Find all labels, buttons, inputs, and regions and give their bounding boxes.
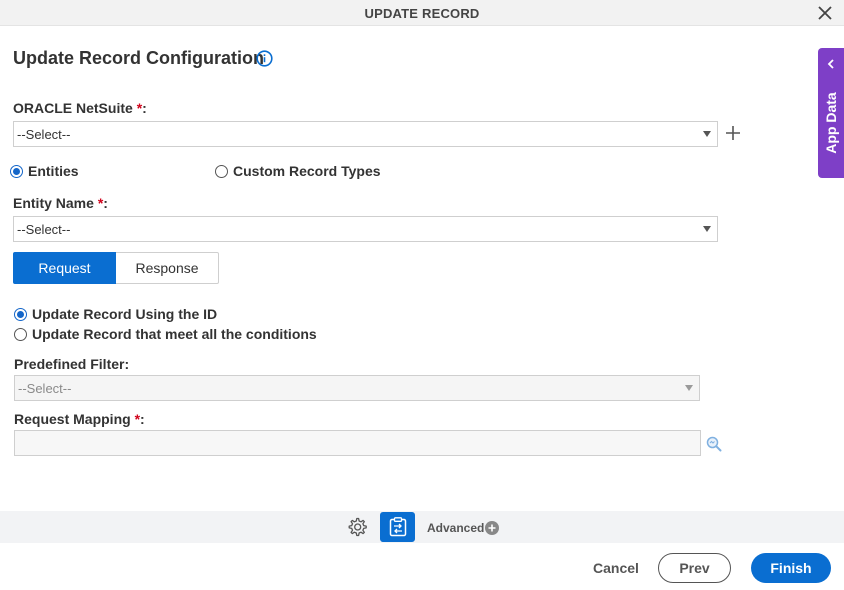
- predefined-filter-label: Predefined Filter:: [14, 356, 130, 372]
- close-icon[interactable]: [816, 4, 834, 22]
- request-mapping-input[interactable]: [14, 430, 701, 456]
- title-bar: UPDATE RECORD: [0, 0, 844, 26]
- predefined-filter-select-value: --Select--: [18, 381, 72, 396]
- page-title: Update Record Configuration: [13, 48, 264, 68]
- data-mapping-button[interactable]: [380, 512, 415, 542]
- radio-custom-record-types[interactable]: Custom Record Types: [215, 163, 381, 179]
- radio-button-checked[interactable]: [14, 307, 27, 321]
- clipboard-map-icon: [389, 517, 407, 537]
- entity-name-select[interactable]: --Select--: [13, 216, 718, 242]
- radio-entities-label: Entities: [28, 163, 79, 179]
- radio-update-meet-conditions[interactable]: Update Record that meet all the conditio…: [14, 326, 317, 342]
- plus-circle-icon[interactable]: [485, 521, 499, 535]
- advanced-bar: [0, 511, 844, 543]
- plus-icon[interactable]: [724, 124, 742, 142]
- cancel-button[interactable]: Cancel: [586, 553, 646, 583]
- radio-update-using-id-label: Update Record Using the ID: [32, 306, 218, 322]
- gear-icon[interactable]: [346, 516, 368, 538]
- info-icon[interactable]: [256, 50, 273, 67]
- chevron-left-icon: [827, 59, 834, 69]
- radio-update-using-id[interactable]: Update Record Using the ID: [14, 306, 217, 322]
- tab-response[interactable]: Response: [116, 252, 219, 284]
- finish-button[interactable]: Finish: [751, 553, 831, 583]
- request-response-tabs: Request Response: [13, 252, 219, 284]
- window-title: UPDATE RECORD: [364, 6, 480, 21]
- predefined-filter-select: --Select--: [14, 375, 700, 401]
- chevron-down-icon: [703, 226, 711, 232]
- radio-entities[interactable]: Entities: [10, 163, 79, 179]
- connection-select[interactable]: --Select--: [13, 121, 718, 147]
- radio-button-unchecked[interactable]: [14, 327, 27, 341]
- radio-button-checked[interactable]: [10, 164, 23, 178]
- connection-select-value: --Select--: [17, 127, 71, 142]
- radio-custom-record-types-label: Custom Record Types: [233, 163, 381, 179]
- chevron-down-icon: [703, 131, 711, 137]
- prev-button[interactable]: Prev: [658, 553, 731, 583]
- chevron-down-icon: [685, 385, 693, 391]
- connection-label: ORACLE NetSuite *:: [13, 100, 147, 116]
- advanced-label[interactable]: Advanced: [427, 521, 484, 535]
- search-mapping-icon[interactable]: [706, 436, 722, 452]
- app-data-panel-tab[interactable]: App Data: [818, 48, 844, 178]
- tab-request[interactable]: Request: [13, 252, 116, 284]
- radio-update-meet-conditions-label: Update Record that meet all the conditio…: [32, 326, 317, 342]
- radio-button-unchecked[interactable]: [215, 164, 228, 178]
- entity-name-label: Entity Name *:: [13, 195, 108, 211]
- entity-name-select-value: --Select--: [17, 222, 71, 237]
- app-data-label: App Data: [823, 92, 839, 154]
- request-mapping-label: Request Mapping *:: [14, 411, 145, 427]
